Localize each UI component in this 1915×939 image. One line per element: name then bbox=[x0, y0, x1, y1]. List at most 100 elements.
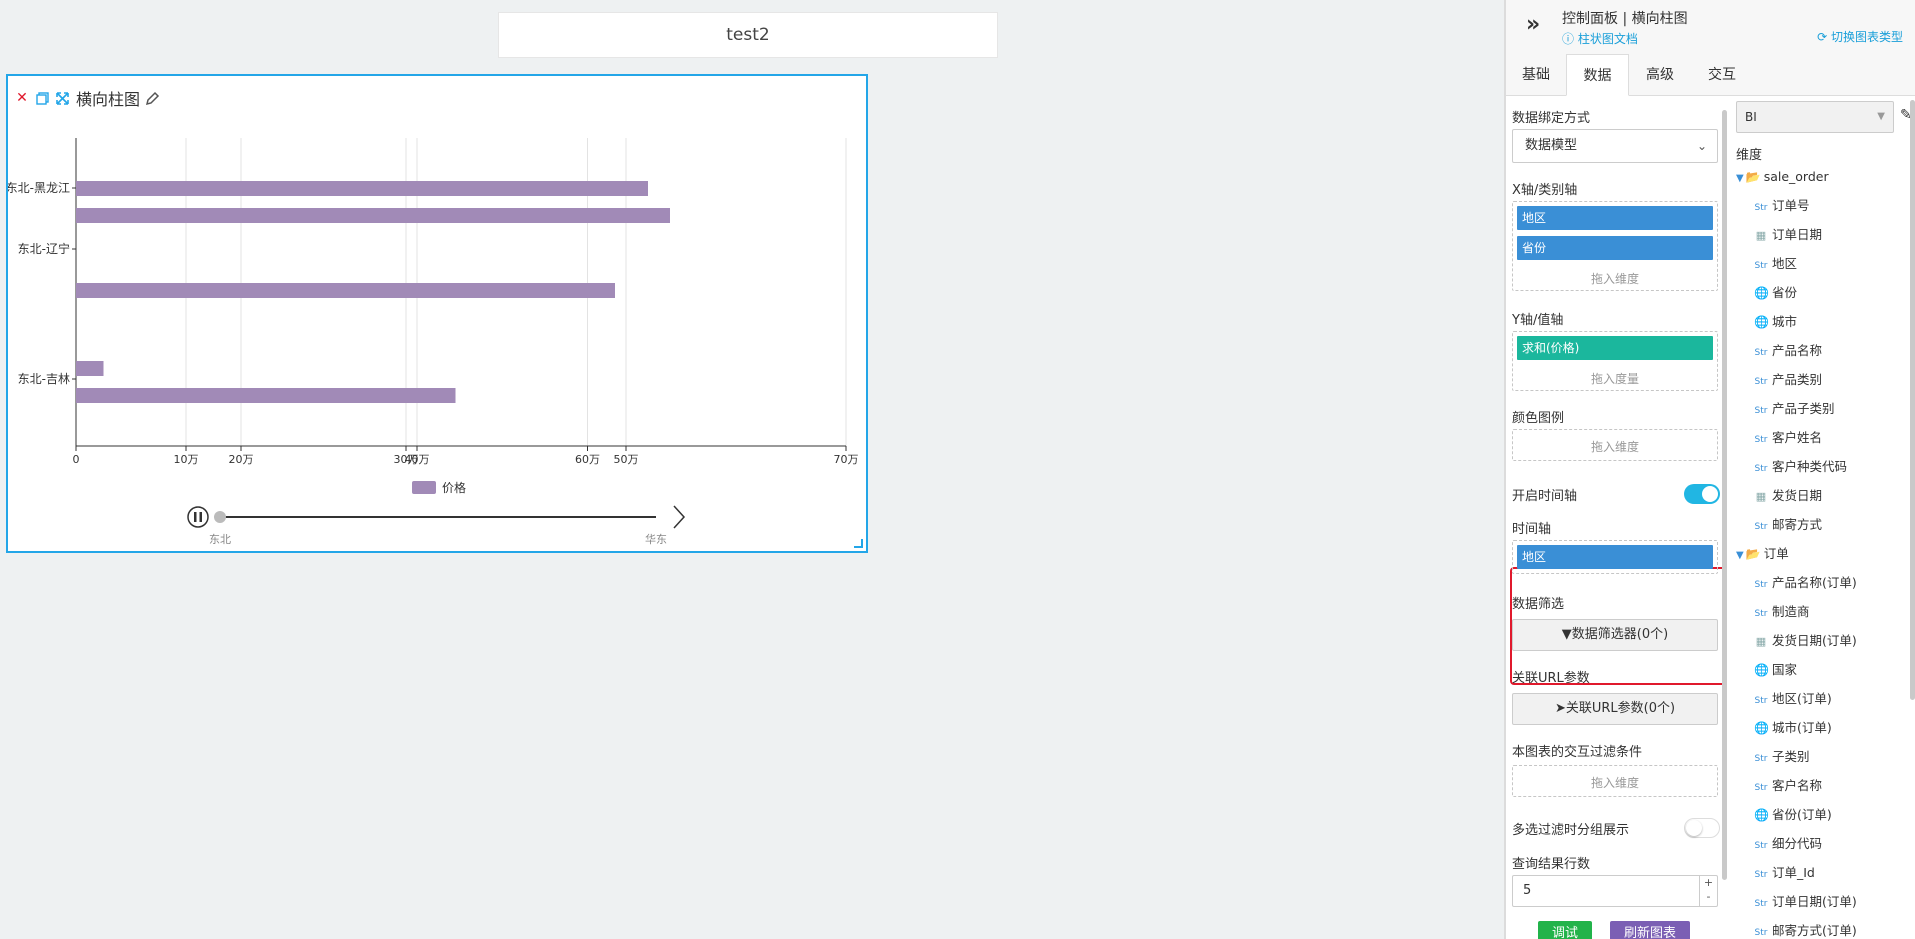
filter-icon: ▼ bbox=[1561, 627, 1572, 642]
color-legend-label: 颜色图例 bbox=[1512, 411, 1565, 426]
string-type-icon: Str bbox=[1754, 580, 1768, 590]
string-type-icon: Str bbox=[1754, 377, 1768, 387]
x-tick-label: 50万 bbox=[614, 453, 639, 466]
calendar-icon: ▦ bbox=[1755, 635, 1767, 648]
x-axis-dropzone[interactable]: 地区 省份 拖入维度 bbox=[1512, 201, 1718, 291]
field-item[interactable]: ▦ 发货日期(订单) bbox=[1754, 631, 1857, 651]
send-icon: ➤ bbox=[1554, 701, 1566, 716]
pause-bar bbox=[194, 512, 197, 522]
collapse-panel-icon[interactable]: » bbox=[1526, 12, 1540, 37]
tab-interaction[interactable]: 交互 bbox=[1691, 54, 1753, 96]
canvas-title-text: test2 bbox=[726, 25, 770, 45]
chart-doc-link[interactable]: ⓘ 柱状图文档 bbox=[1562, 30, 1638, 47]
field-name: 产品名称 bbox=[1772, 343, 1823, 358]
field-item[interactable]: ▦ 发货日期 bbox=[1754, 486, 1822, 506]
globe-icon: 🌐 bbox=[1754, 663, 1769, 677]
field-item[interactable]: Str 产品类别 bbox=[1754, 370, 1823, 390]
url-param-button[interactable]: ➤关联URL参数(0个) bbox=[1512, 693, 1718, 725]
timeline-chip-region[interactable]: 地区 bbox=[1517, 545, 1713, 569]
binding-select[interactable]: 数据模型 ⌄ bbox=[1512, 129, 1718, 163]
next-icon[interactable] bbox=[673, 505, 686, 529]
field-item[interactable]: Str 子类别 bbox=[1754, 747, 1810, 767]
refresh-chart-button[interactable]: 刷新图表 bbox=[1610, 921, 1691, 939]
bar-chart: 0 10万 20万 30万40万 60万 50万 70万东北-黑龙江东北-辽宁东北-吉林价格… bbox=[8, 138, 859, 546]
field-item[interactable]: Str 邮寄方式(订单) bbox=[1754, 921, 1857, 939]
x-chip-province[interactable]: 省份 bbox=[1517, 236, 1713, 260]
field-item[interactable]: Str 客户姓名 bbox=[1754, 428, 1823, 448]
datasource-value: BI bbox=[1745, 110, 1757, 124]
tree-group[interactable]: ▼ 📂 sale_order bbox=[1736, 167, 1829, 187]
x-tick-label: 0 bbox=[73, 453, 80, 466]
field-item[interactable]: Str 客户名称 bbox=[1754, 776, 1823, 796]
legend-label: 价格 bbox=[442, 480, 466, 495]
string-type-icon: Str bbox=[1754, 754, 1768, 764]
url-param-text: 关联URL参数(0个) bbox=[1565, 701, 1676, 716]
folder-icon: 📂 bbox=[1745, 547, 1761, 561]
y-chip-sum-price[interactable]: 求和(价格) bbox=[1517, 336, 1713, 360]
string-type-icon: Str bbox=[1754, 435, 1768, 445]
bar bbox=[76, 181, 648, 196]
field-item[interactable]: Str 产品子类别 bbox=[1754, 399, 1835, 419]
x-chip-region[interactable]: 地区 bbox=[1517, 206, 1713, 230]
field-item[interactable]: 🌐 省份(订单) bbox=[1754, 805, 1832, 825]
field-column: BI ▼ ✎ 维度 ▼ 📂 sale_order Str 订单号 ▦ 订单日期 Str 地区 🌐 省… bbox=[1730, 97, 1915, 939]
field-item[interactable]: Str 订单_Id bbox=[1754, 863, 1815, 883]
timeline-handle[interactable] bbox=[214, 511, 226, 523]
datasource-select[interactable]: BI ▼ bbox=[1736, 101, 1894, 133]
globe-icon: 🌐 bbox=[1754, 721, 1769, 735]
field-item[interactable]: Str 客户种类代码 bbox=[1754, 457, 1848, 477]
field-name: 客户种类代码 bbox=[1772, 459, 1848, 474]
string-type-icon: Str bbox=[1754, 464, 1768, 474]
field-item[interactable]: 🌐 省份 bbox=[1754, 283, 1797, 303]
tab-basic[interactable]: 基础 bbox=[1506, 54, 1566, 96]
field-name: 产品名称(订单) bbox=[1772, 575, 1857, 590]
x-tick-label: 40万 bbox=[405, 453, 430, 466]
tree-group[interactable]: ▼ 📂 订单 bbox=[1736, 544, 1789, 564]
field-name: 细分代码 bbox=[1772, 836, 1823, 851]
switch-chart-type-text: 切换图表类型 bbox=[1830, 30, 1903, 44]
field-item[interactable]: 🌐 城市(订单) bbox=[1754, 718, 1832, 738]
debug-button[interactable]: 调试 bbox=[1538, 921, 1593, 939]
switch-chart-type-link[interactable]: ⟳ 切换图表类型 bbox=[1817, 28, 1903, 45]
config-scrollbar[interactable] bbox=[1722, 110, 1727, 880]
pause-bar bbox=[199, 512, 202, 522]
interact-filter-label: 本图表的交互过滤条件 bbox=[1512, 745, 1643, 760]
field-item[interactable]: Str 地区 bbox=[1754, 254, 1798, 274]
field-item[interactable]: Str 订单日期(订单) bbox=[1754, 892, 1857, 912]
color-legend-dropzone[interactable]: 拖入维度 bbox=[1512, 429, 1718, 461]
resize-handle[interactable] bbox=[854, 539, 863, 548]
tab-data[interactable]: 数据 bbox=[1566, 54, 1629, 96]
chart-doc-text: 柱状图文档 bbox=[1577, 32, 1638, 46]
data-filter-button[interactable]: ▼数据筛选器(0个) bbox=[1512, 619, 1718, 651]
field-scrollbar[interactable] bbox=[1910, 100, 1915, 700]
timeline-label: 时间轴 bbox=[1512, 522, 1552, 537]
y-axis-dropzone[interactable]: 求和(价格) 拖入度量 bbox=[1512, 331, 1718, 391]
field-item[interactable]: 🌐 国家 bbox=[1754, 660, 1797, 680]
field-item[interactable]: Str 产品名称 bbox=[1754, 341, 1823, 361]
field-item[interactable]: Str 细分代码 bbox=[1754, 834, 1823, 854]
field-item[interactable]: Str 订单号 bbox=[1754, 196, 1810, 216]
binding-value: 数据模型 bbox=[1525, 138, 1578, 153]
field-item[interactable]: Str 制造商 bbox=[1754, 602, 1810, 622]
y-axis-label: Y轴/值轴 bbox=[1512, 313, 1564, 328]
rows-input[interactable]: 5 + - bbox=[1512, 875, 1718, 907]
field-name: 订单号 bbox=[1772, 198, 1810, 213]
field-item[interactable]: Str 邮寄方式 bbox=[1754, 515, 1823, 535]
x-tick-label: 70万 bbox=[834, 453, 859, 466]
field-item[interactable]: Str 地区(订单) bbox=[1754, 689, 1832, 709]
interact-filter-dropzone[interactable]: 拖入维度 bbox=[1512, 765, 1718, 797]
field-item[interactable]: ▦ 订单日期 bbox=[1754, 225, 1822, 245]
tab-advanced[interactable]: 高级 bbox=[1629, 54, 1691, 96]
timeline-toggle-label: 开启时间轴 bbox=[1512, 489, 1578, 504]
pause-icon[interactable] bbox=[187, 506, 209, 528]
multi-filter-toggle[interactable] bbox=[1684, 818, 1720, 838]
canvas-title[interactable]: test2 bbox=[498, 12, 998, 58]
timeline-toggle[interactable] bbox=[1684, 484, 1720, 504]
rows-stepper[interactable]: + - bbox=[1699, 876, 1717, 906]
calendar-icon: ▦ bbox=[1755, 490, 1767, 503]
field-item[interactable]: 🌐 城市 bbox=[1754, 312, 1797, 332]
chart-widget[interactable]: ✕ 横向柱图 0 10万 20万 30万 40万 60万 50万 70万 东北-黑龙江 东北-辽宁… bbox=[6, 74, 868, 553]
field-item[interactable]: Str 产品名称(订单) bbox=[1754, 573, 1857, 593]
timeline-dropzone[interactable]: 地区 bbox=[1512, 540, 1718, 574]
x-drop-hint: 拖入维度 bbox=[1590, 272, 1639, 286]
